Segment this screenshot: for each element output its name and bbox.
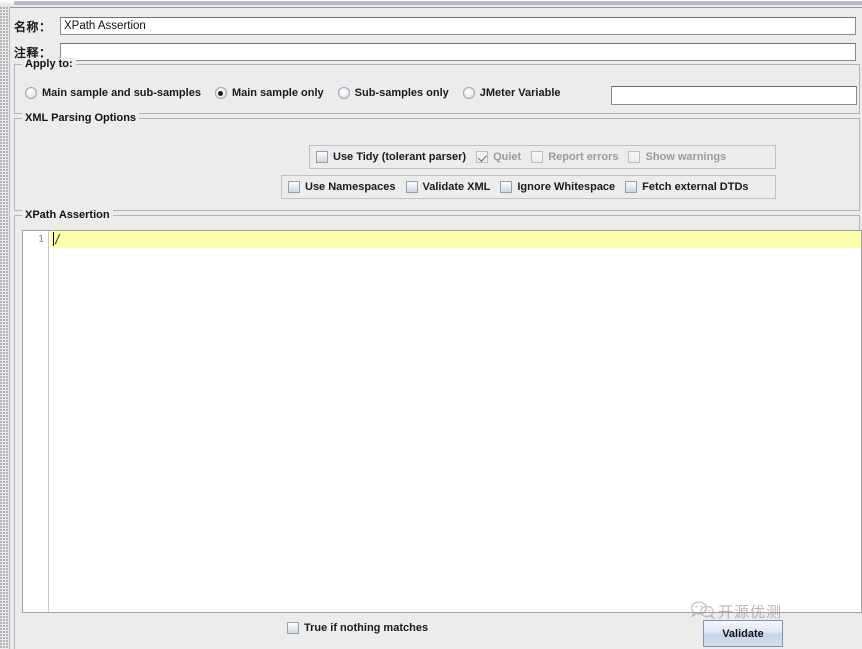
- xml-parsing-options-panel: XML Parsing Options Use Tidy (tolerant p…: [14, 112, 860, 211]
- panel-content: 名称： XPath Assertion 注释： Apply to: Main s…: [10, 8, 862, 649]
- comment-row: 注释：: [14, 42, 860, 62]
- checkbox-label: Quiet: [493, 151, 522, 163]
- checkbox-use-namespaces[interactable]: Use Namespaces: [288, 181, 396, 193]
- checkbox-label: Report errors: [548, 151, 619, 163]
- validate-button[interactable]: Validate: [703, 620, 783, 647]
- split-pane-divider[interactable]: [0, 7, 10, 649]
- checkbox-indicator: [628, 151, 641, 163]
- comment-input[interactable]: [60, 43, 856, 61]
- tidy-options-row: Use Tidy (tolerant parser) Quiet Report …: [309, 145, 776, 169]
- radio-main-and-sub[interactable]: Main sample and sub-samples: [25, 87, 201, 99]
- checkbox-label: Fetch external DTDs: [642, 181, 749, 193]
- checkbox-quiet: Quiet: [476, 151, 521, 163]
- checkbox-use-tidy[interactable]: Use Tidy (tolerant parser): [316, 151, 466, 163]
- radio-indicator: [337, 87, 350, 99]
- editor-gutter: 1: [23, 231, 49, 612]
- name-input[interactable]: XPath Assertion: [60, 17, 856, 35]
- radio-label: Main sample and sub-samples: [42, 87, 201, 99]
- active-line-highlight: [50, 231, 861, 248]
- checkbox-true-if-nothing-matches[interactable]: True if nothing matches: [287, 622, 428, 634]
- checkbox-ignore-whitespace[interactable]: Ignore Whitespace: [500, 181, 615, 193]
- radio-jmeter-variable[interactable]: JMeter Variable: [462, 87, 561, 99]
- checkbox-indicator-checked: [476, 151, 489, 163]
- radio-label: Sub-samples only: [354, 87, 449, 99]
- checkbox-label: True if nothing matches: [304, 622, 429, 634]
- checkbox-label: Validate XML: [422, 181, 491, 193]
- radio-indicator: [462, 87, 475, 99]
- radio-main-only[interactable]: Main sample only: [214, 87, 324, 99]
- checkbox-label: Ignore Whitespace: [517, 181, 616, 193]
- window-title-bar: [0, 0, 862, 8]
- jmeter-xpath-assertion-panel: 名称： XPath Assertion 注释： Apply to: Main s…: [0, 0, 862, 649]
- checkbox-indicator: [288, 181, 300, 193]
- footer-bar: True if nothing matches Validate: [22, 614, 862, 649]
- checkbox-indicator: [500, 181, 513, 193]
- jmeter-variable-input[interactable]: [611, 86, 857, 105]
- line-number: 1: [37, 234, 44, 245]
- checkbox-label: Use Tidy (tolerant parser): [333, 151, 467, 163]
- checkbox-label: Show warnings: [645, 151, 727, 163]
- xml-parsing-options-title: XML Parsing Options: [22, 112, 140, 124]
- apply-to-title: Apply to:: [22, 58, 76, 70]
- namespace-options-row: Use Namespaces Validate XML Ignore White…: [281, 175, 776, 199]
- apply-to-options: Main sample and sub-samples Main sample …: [25, 87, 569, 99]
- checkbox-indicator: [625, 181, 638, 193]
- xpath-expression-text: /: [54, 232, 62, 246]
- checkbox-indicator: [405, 181, 418, 193]
- xpath-expression-editor[interactable]: 1 /: [22, 230, 862, 613]
- checkbox-report-errors: Report errors: [531, 151, 618, 163]
- radio-label: Main sample only: [231, 87, 324, 99]
- radio-indicator: [25, 87, 37, 99]
- xpath-assertion-title: XPath Assertion: [22, 209, 113, 221]
- name-label: 名称：: [14, 19, 52, 34]
- radio-indicator-selected: [214, 87, 227, 99]
- checkbox-show-warnings: Show warnings: [628, 151, 726, 163]
- checkbox-indicator: [316, 151, 328, 163]
- title-bar-fill: [14, 1, 862, 5]
- editor-code-area[interactable]: /: [50, 231, 861, 612]
- checkbox-fetch-external-dtds[interactable]: Fetch external DTDs: [625, 181, 749, 193]
- apply-to-panel: Apply to: Main sample and sub-samples Ma…: [14, 58, 860, 114]
- checkbox-indicator: [287, 622, 299, 634]
- radio-label: JMeter Variable: [479, 87, 561, 99]
- checkbox-validate-xml[interactable]: Validate XML: [405, 181, 491, 193]
- radio-sub-only[interactable]: Sub-samples only: [337, 87, 449, 99]
- name-row: 名称： XPath Assertion: [14, 16, 860, 36]
- checkbox-indicator: [531, 151, 544, 163]
- checkbox-label: Use Namespaces: [305, 181, 396, 193]
